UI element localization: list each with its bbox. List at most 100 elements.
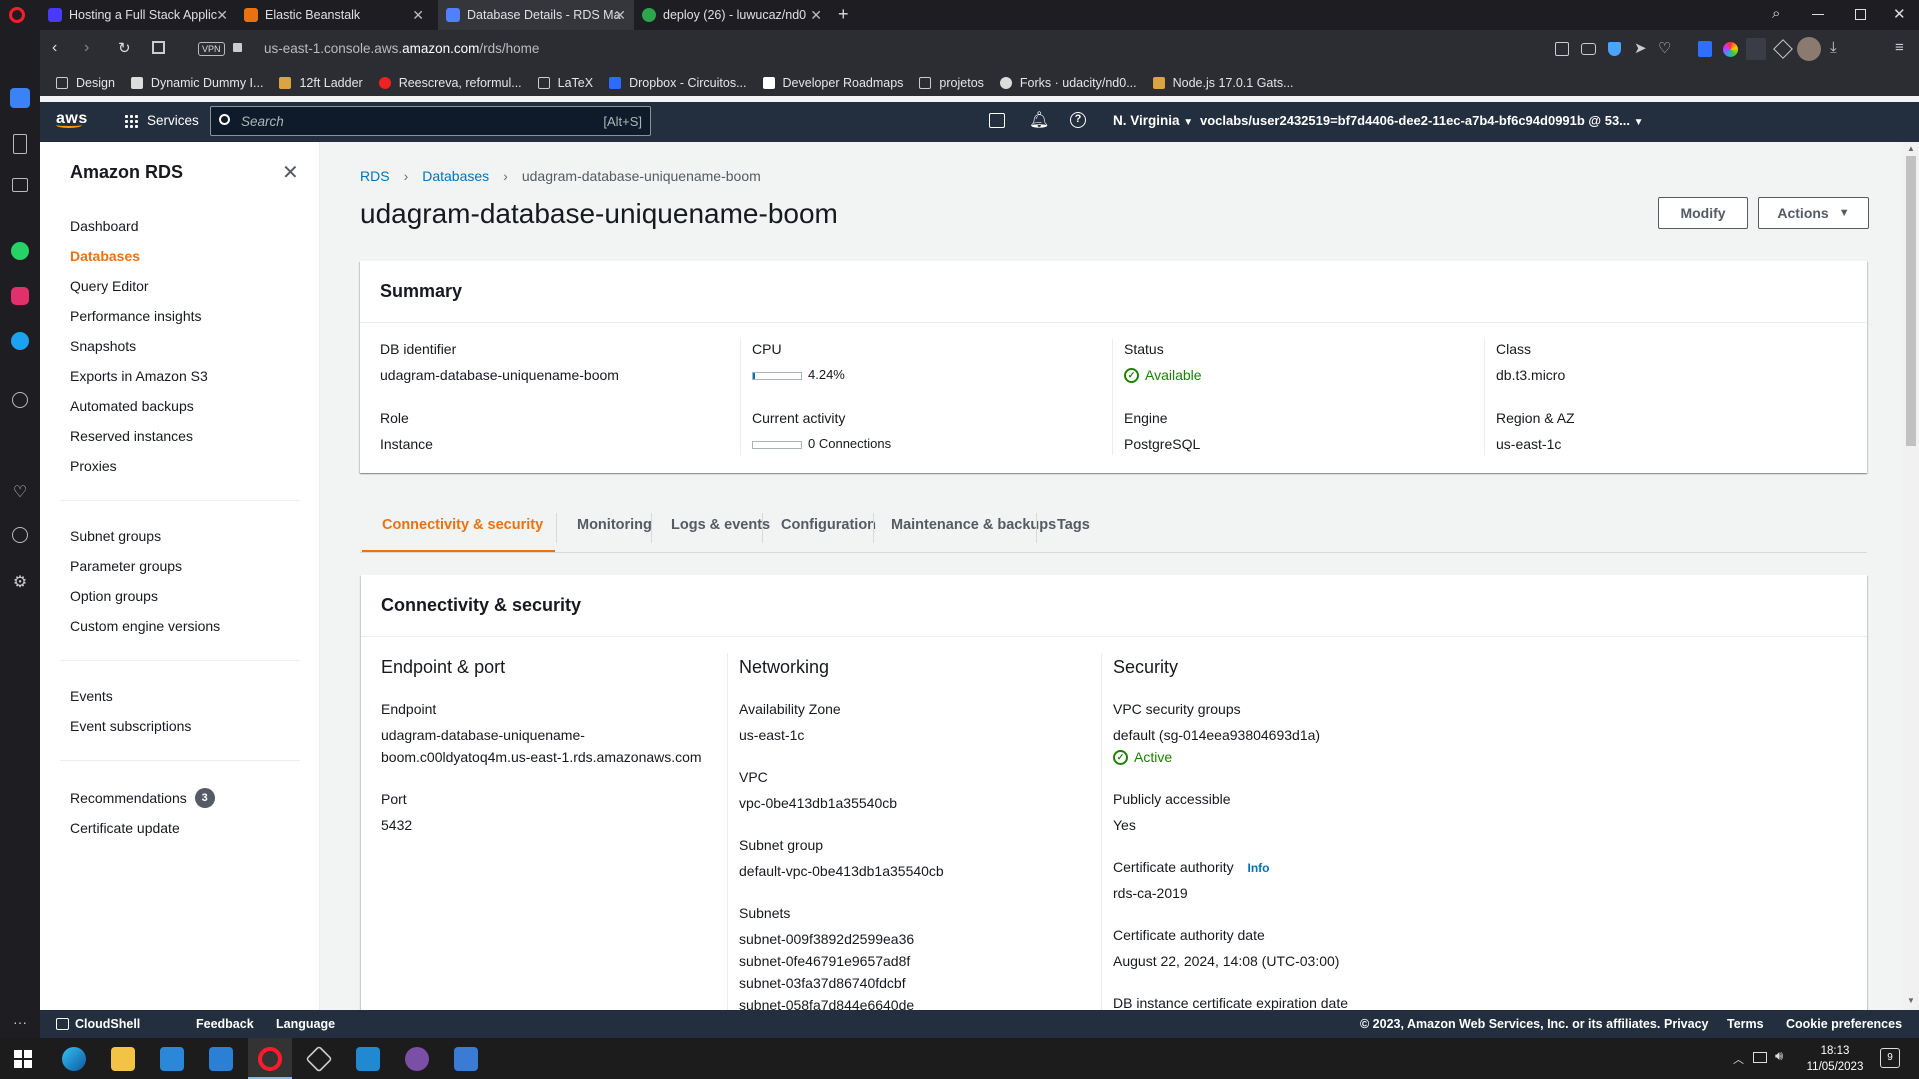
browser-tab[interactable]: Elastic Beanstalk ✕: [236, 0, 432, 30]
restore-icon[interactable]: [1855, 9, 1866, 20]
actions-button[interactable]: Actions ▼: [1758, 197, 1869, 229]
bookmark[interactable]: 12ft Ladder: [279, 76, 363, 90]
send-icon[interactable]: ➤: [1634, 39, 1647, 57]
menu-icon[interactable]: ≡: [1895, 39, 1904, 56]
notes-icon[interactable]: [13, 134, 27, 154]
account-menu[interactable]: voclabs/user2432519=bf7d4406-dee2-11ec-a…: [1200, 113, 1644, 128]
close-tab-icon[interactable]: ✕: [614, 7, 626, 24]
color-wheel-icon[interactable]: [1723, 42, 1738, 57]
heart-icon[interactable]: ♡: [10, 482, 30, 502]
bookmark[interactable]: Developer Roadmaps: [762, 76, 903, 90]
scroll-up-arrow-icon[interactable]: ▲: [1907, 144, 1915, 153]
history-icon[interactable]: [12, 527, 28, 543]
nav-item-query-editor[interactable]: Query Editor: [70, 278, 149, 294]
language-link[interactable]: Language: [276, 1017, 335, 1031]
extension-icon[interactable]: [1698, 41, 1712, 57]
breadcrumb-rds[interactable]: RDS: [360, 168, 390, 184]
whatsapp-icon[interactable]: [11, 242, 29, 260]
player-icon[interactable]: [12, 392, 28, 408]
nav-item-parameter-groups[interactable]: Parameter groups: [70, 558, 182, 574]
page-scrollbar[interactable]: ▲ ▼: [1903, 142, 1919, 1010]
settings-icon[interactable]: ⚙: [10, 572, 30, 592]
vpn-badge[interactable]: VPN: [198, 42, 225, 56]
help-icon[interactable]: ?: [1070, 112, 1086, 128]
opera-icon[interactable]: [258, 1047, 282, 1071]
bookmark[interactable]: LaTeX: [537, 76, 593, 90]
clock[interactable]: 18:13 11/05/2023: [1800, 1043, 1870, 1075]
security-group-link[interactable]: default (sg-014eea93804693d1a): [1113, 727, 1320, 743]
tabs-grid-icon[interactable]: [152, 41, 165, 54]
chevron-up-icon[interactable]: ︿: [1733, 1051, 1744, 1067]
bookmark[interactable]: Dropbox - Circuitos...: [609, 76, 747, 90]
subnet-link[interactable]: subnet-03fa37d86740fdcbf: [739, 975, 906, 991]
tab-connectivity-security[interactable]: Connectivity & security: [382, 517, 543, 533]
tab-tags[interactable]: Tags: [1057, 517, 1090, 533]
region-selector[interactable]: N. Virginia ▼: [1113, 113, 1193, 128]
nav-item-event-subscriptions[interactable]: Event subscriptions: [70, 718, 191, 734]
tab-logs-events[interactable]: Logs & events: [671, 517, 770, 533]
shield-icon[interactable]: [1608, 42, 1621, 56]
nav-item-dashboard[interactable]: Dashboard: [70, 218, 139, 234]
nav-item-snapshots[interactable]: Snapshots: [70, 338, 136, 354]
cookie-preferences-link[interactable]: Cookie preferences: [1786, 1017, 1902, 1031]
nav-item-certificate-update[interactable]: Certificate update: [70, 820, 180, 836]
github-desktop-icon[interactable]: [405, 1047, 429, 1071]
tab-monitoring[interactable]: Monitoring: [577, 517, 652, 533]
search-input[interactable]: Search [Alt+S]: [210, 106, 651, 136]
aws-logo[interactable]: aws: [56, 110, 88, 128]
forward-icon[interactable]: ›: [84, 39, 89, 57]
nav-item-reserved-instances[interactable]: Reserved instances: [70, 428, 193, 444]
breadcrumb-databases[interactable]: Databases: [422, 168, 489, 184]
modify-button[interactable]: Modify: [1658, 197, 1748, 229]
browser-tab[interactable]: deploy (26) - luwucaz/nd0 ✕: [634, 0, 830, 30]
notification-center-icon[interactable]: 9: [1880, 1048, 1900, 1068]
instagram-icon[interactable]: [11, 287, 29, 305]
nav-item-proxies[interactable]: Proxies: [70, 458, 117, 474]
subnet-link[interactable]: subnet-0fe46791e9657ad8f: [739, 953, 910, 969]
mail-icon[interactable]: [209, 1047, 233, 1071]
virtualbox-icon[interactable]: [305, 1045, 333, 1073]
share-icon[interactable]: [1555, 42, 1569, 56]
network-icon[interactable]: [1753, 1052, 1767, 1063]
app-window-icon[interactable]: [454, 1047, 478, 1071]
bookmark[interactable]: Node.js 17.0.1 Gats...: [1152, 76, 1294, 90]
nav-item-automated-backups[interactable]: Automated backups: [70, 398, 194, 414]
download-icon[interactable]: ⤓: [1830, 39, 1837, 56]
info-link[interactable]: Info: [1248, 861, 1270, 875]
file-explorer-icon[interactable]: [111, 1047, 135, 1071]
nav-item-exports-s3[interactable]: Exports in Amazon S3: [70, 368, 208, 384]
subnet-link[interactable]: subnet-009f3892d2599ea36: [739, 931, 914, 947]
tab-maintenance-backups[interactable]: Maintenance & backups: [891, 517, 1056, 533]
bookmark[interactable]: Dynamic Dummy I...: [130, 76, 263, 90]
heart-icon[interactable]: ♡: [1658, 39, 1671, 57]
url-field[interactable]: us-east-1.console.aws.amazon.com/rds/hom…: [264, 41, 539, 56]
bookmark[interactable]: projetos: [919, 76, 984, 90]
close-tab-icon[interactable]: ✕: [412, 7, 424, 24]
terms-link[interactable]: Terms: [1727, 1017, 1764, 1031]
nav-item-option-groups[interactable]: Option groups: [70, 588, 158, 604]
services-menu[interactable]: Services: [124, 113, 199, 128]
privacy-link[interactable]: Privacy: [1664, 1017, 1708, 1031]
cube-icon[interactable]: [1773, 39, 1793, 59]
twitter-icon[interactable]: [11, 332, 29, 350]
search-tabs-icon[interactable]: ⌕: [1772, 5, 1780, 22]
camera-icon[interactable]: [1581, 43, 1596, 55]
close-window-icon[interactable]: ✕: [1893, 5, 1906, 23]
nav-item-recommendations[interactable]: Recommendations 3: [70, 788, 215, 808]
profile-avatar[interactable]: [1797, 37, 1821, 61]
more-icon[interactable]: ···: [10, 1012, 30, 1032]
bookmark[interactable]: Reescreva, reformul...: [378, 76, 522, 90]
close-nav-icon[interactable]: ✕: [282, 160, 299, 185]
news-icon[interactable]: [1746, 38, 1766, 60]
opera-logo-icon[interactable]: [9, 7, 25, 23]
scroll-down-arrow-icon[interactable]: ▼: [1907, 996, 1915, 1005]
vscode-icon[interactable]: [356, 1047, 380, 1071]
new-tab-icon[interactable]: +: [838, 4, 849, 25]
back-icon[interactable]: ‹: [52, 39, 57, 57]
wallet-icon[interactable]: [12, 178, 28, 192]
nav-item-subnet-groups[interactable]: Subnet groups: [70, 528, 161, 544]
nav-item-databases[interactable]: Databases: [70, 248, 140, 264]
volume-icon[interactable]: 🔊︎: [1775, 1048, 1783, 1064]
minimize-icon[interactable]: [1812, 14, 1824, 15]
bookmark[interactable]: Forks · udacity/nd0...: [999, 76, 1137, 90]
